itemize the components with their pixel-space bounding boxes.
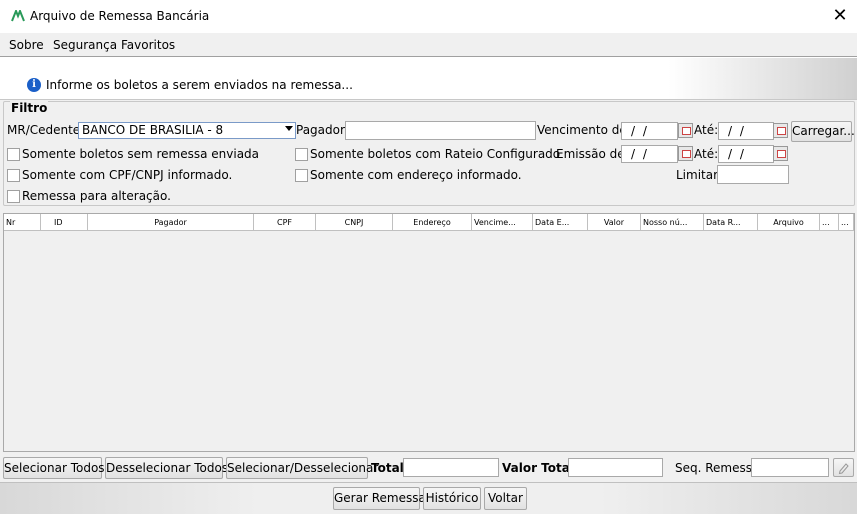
column-header[interactable]: Vencime... — [472, 214, 533, 231]
boletos-table[interactable]: Nr ID Pagador CPF CNPJ Endereço Vencime.… — [3, 213, 855, 452]
mr-cedente-select[interactable]: BANCO DE BRASILIA - 8 — [78, 122, 296, 139]
endereco-checkbox[interactable] — [295, 169, 308, 182]
footer-bar: Gerar Remessa Histórico Voltar — [0, 482, 857, 514]
calendar-icon[interactable] — [773, 146, 788, 161]
column-header[interactable]: ... — [820, 214, 839, 231]
table-header: Nr ID Pagador CPF CNPJ Endereço Vencime.… — [4, 214, 854, 231]
menu-bar: Sobre Segurança Favoritos — [0, 33, 857, 57]
mr-cedente-value: BANCO DE BRASILIA - 8 — [82, 123, 224, 137]
title-bar: Arquivo de Remessa Bancária ✕ — [0, 0, 857, 33]
emissao-ate-input[interactable]: / / — [718, 145, 774, 163]
selecionar-todos-button[interactable]: Selecionar Todos — [3, 457, 105, 479]
pagador-input[interactable] — [345, 121, 536, 140]
calendar-icon[interactable] — [773, 123, 788, 138]
chevron-down-icon — [285, 126, 293, 131]
filter-group: Filtro MR/Cedente: BANCO DE BRASILIA - 8… — [3, 101, 855, 206]
alteracao-checkbox[interactable] — [7, 190, 20, 203]
column-header[interactable]: Endereço — [393, 214, 472, 231]
menu-seguranca[interactable]: Segurança — [53, 38, 117, 52]
rateio-label: Somente boletos com Rateio Configurado — [310, 147, 561, 161]
window-title: Arquivo de Remessa Bancária — [30, 9, 210, 23]
column-header[interactable]: Nosso nú... — [641, 214, 704, 231]
vencimento-label: Vencimento de: — [537, 123, 631, 137]
vencimento-ate-input[interactable]: / / — [718, 122, 774, 140]
filter-legend: Filtro — [10, 101, 49, 115]
selecionar-desselecionar-button[interactable]: Selecionar/Desselecionar — [226, 457, 378, 479]
sem-remessa-checkbox[interactable] — [7, 148, 20, 161]
endereco-label: Somente com endereço informado. — [310, 168, 522, 182]
column-header[interactable]: Data R... — [704, 214, 758, 231]
column-header[interactable]: Valor — [588, 214, 641, 231]
cpf-cnpj-label: Somente com CPF/CNPJ informado. — [22, 168, 233, 182]
column-header[interactable]: Pagador — [88, 214, 254, 231]
seq-remessa-input[interactable] — [751, 458, 829, 477]
edit-button[interactable] — [833, 458, 854, 477]
sem-remessa-label: Somente boletos sem remessa enviada — [22, 147, 260, 161]
historico-button[interactable]: Histórico — [423, 487, 481, 510]
vencimento-ate-label: Até: — [694, 123, 719, 137]
emissao-ate-label: Até: — [694, 147, 719, 161]
valor-total-input[interactable] — [568, 458, 663, 477]
info-icon: i — [27, 78, 41, 92]
column-header[interactable]: ... — [839, 214, 854, 231]
total-input[interactable] — [403, 458, 499, 477]
main-panel: Filtro MR/Cedente: BANCO DE BRASILIA - 8… — [0, 100, 857, 482]
close-button[interactable]: ✕ — [823, 0, 857, 32]
column-header[interactable]: Data E... — [533, 214, 588, 231]
calendar-icon[interactable] — [678, 123, 693, 138]
pagador-label: Pagador: — [296, 123, 349, 137]
column-header[interactable]: CPF — [254, 214, 316, 231]
gerar-remessa-button[interactable]: Gerar Remessa — [333, 487, 426, 510]
carregar-button[interactable]: Carregar... — [791, 121, 855, 142]
column-header[interactable]: Arquivo — [758, 214, 820, 231]
info-message: Informe os boletos a serem enviados na r… — [46, 78, 353, 92]
emissao-de-input[interactable]: / / — [621, 145, 678, 163]
app-logo-icon — [11, 10, 25, 22]
limitar-input[interactable] — [717, 165, 789, 184]
menu-favoritos[interactable]: Favoritos — [121, 38, 175, 52]
mr-cedente-label: MR/Cedente: — [7, 123, 85, 137]
selection-toolbar: Selecionar Todos Desselecionar Todos Sel… — [0, 456, 857, 480]
rateio-checkbox[interactable] — [295, 148, 308, 161]
menu-sobre[interactable]: Sobre — [9, 38, 44, 52]
column-header[interactable]: CNPJ — [316, 214, 393, 231]
cpf-cnpj-checkbox[interactable] — [7, 169, 20, 182]
column-header[interactable]: ID — [41, 214, 88, 231]
pencil-icon — [838, 463, 849, 475]
calendar-icon[interactable] — [678, 146, 693, 161]
vencimento-de-input[interactable]: / / — [621, 122, 678, 140]
info-banner: i Informe os boletos a serem enviados na… — [0, 58, 857, 100]
emissao-label: Emissão de: — [556, 147, 629, 161]
column-header[interactable]: Nr — [4, 214, 41, 231]
desselecionar-todos-button[interactable]: Desselecionar Todos — [105, 457, 228, 479]
limitar-label: Limitar: — [676, 168, 722, 182]
alteracao-label: Remessa para alteração. — [22, 189, 171, 203]
voltar-button[interactable]: Voltar — [484, 487, 527, 510]
